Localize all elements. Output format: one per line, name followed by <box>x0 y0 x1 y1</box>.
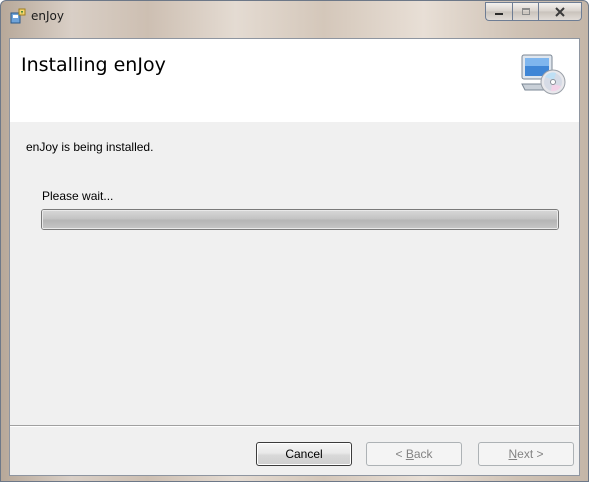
banner-divider <box>10 121 579 122</box>
maximize-icon <box>521 8 530 15</box>
installer-client-area: Installing enJoy enJoy is being installe… <box>9 38 580 476</box>
installer-window: enJoy Installing enJoy enJoy is being in… <box>0 0 589 482</box>
back-prefix: < <box>395 447 406 461</box>
installer-icon[interactable] <box>10 8 26 24</box>
cancel-button[interactable]: Cancel <box>256 442 352 466</box>
back-rest: ack <box>413 447 433 461</box>
install-status-text: enJoy is being installed. <box>26 140 154 154</box>
page-title: Installing enJoy <box>21 54 166 76</box>
back-mnemonic: B <box>405 447 414 461</box>
next-rest: ext > <box>517 447 544 461</box>
banner: Installing enJoy <box>10 39 579 122</box>
window-title: enJoy <box>31 9 64 23</box>
close-icon <box>555 6 565 17</box>
next-button-label: Next > <box>508 447 543 461</box>
footer-divider <box>10 425 579 426</box>
computer-cd-icon <box>520 53 566 95</box>
please-wait-label: Please wait... <box>42 189 114 203</box>
progress-fill <box>42 210 558 229</box>
next-mnemonic: N <box>508 447 518 461</box>
caption-buttons <box>485 2 582 21</box>
maximize-button[interactable] <box>512 2 538 21</box>
next-button[interactable]: Next > <box>478 442 574 466</box>
cancel-button-label: Cancel <box>285 447 323 461</box>
back-button[interactable]: < Back <box>366 442 462 466</box>
install-progress-bar <box>41 209 559 230</box>
close-button[interactable] <box>538 2 582 21</box>
minimize-button[interactable] <box>485 2 512 21</box>
back-button-label: < Back <box>395 447 432 461</box>
minimize-icon <box>495 12 503 15</box>
title-bar[interactable]: enJoy <box>1 1 588 37</box>
